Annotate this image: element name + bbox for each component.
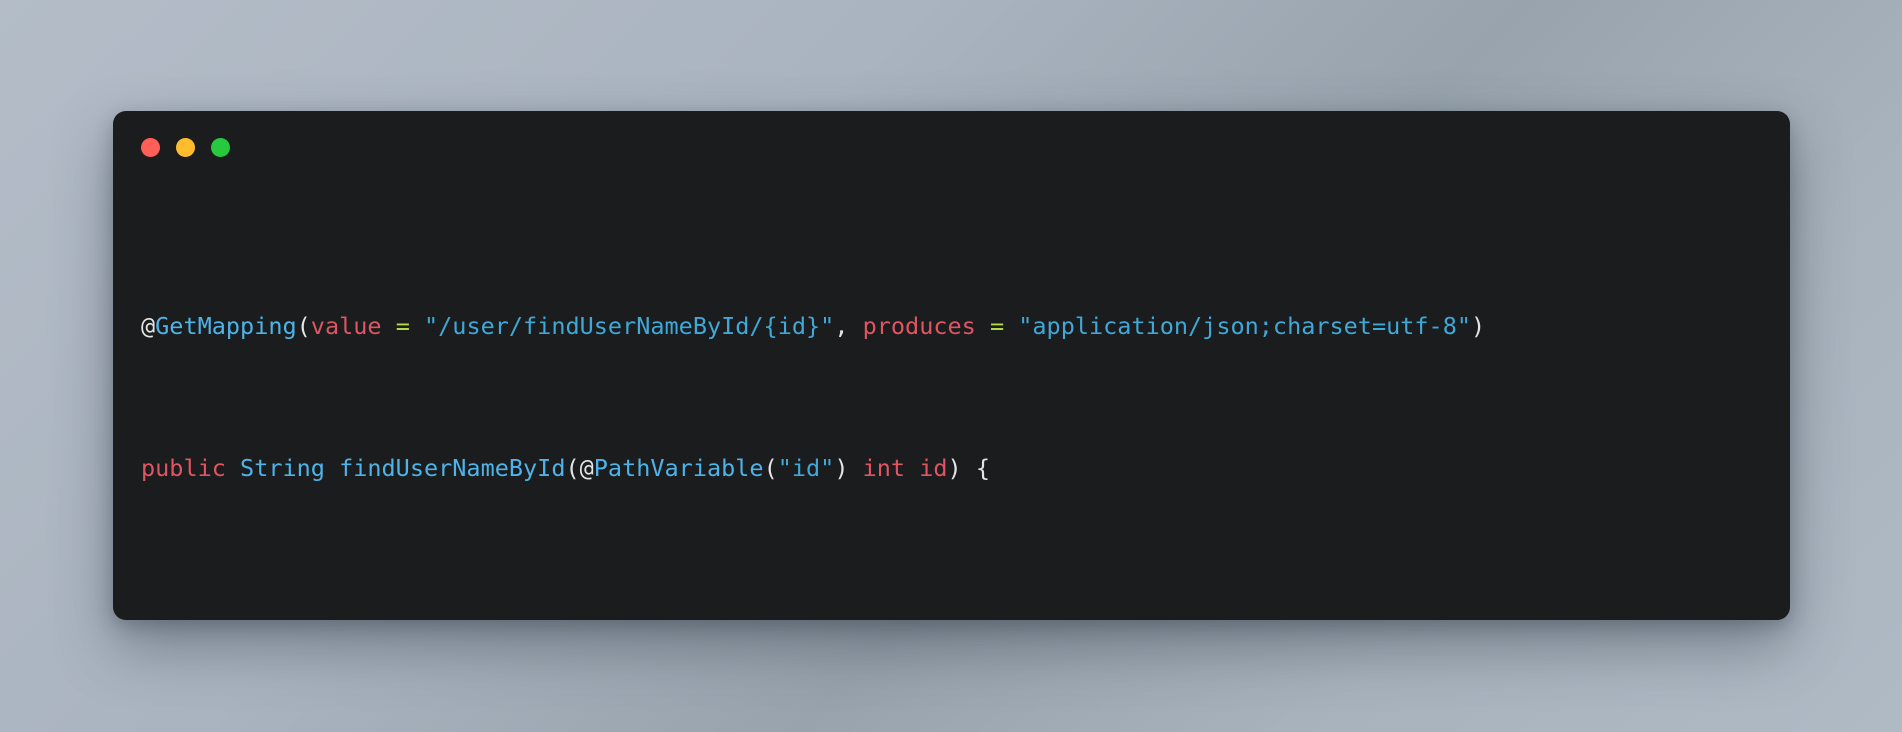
paren-open-2: ( xyxy=(565,453,580,482)
attr-value: value xyxy=(310,311,382,340)
comma-1: , xyxy=(834,311,863,340)
at-symbol-2: @ xyxy=(579,453,594,482)
paren-open: ( xyxy=(296,311,311,340)
inner-paren-open: ( xyxy=(763,453,778,482)
equals-2: = xyxy=(975,311,1019,340)
screenshot-stage: @GetMapping(value = "/user/findUserNameB… xyxy=(0,0,1902,732)
annotation-pathvariable: PathVariable xyxy=(593,453,764,482)
path-string: "/user/findUserNameById/{id}" xyxy=(424,311,835,340)
equals-1: = xyxy=(381,311,424,340)
paren-close-2: ) xyxy=(947,453,962,482)
param-type-int: int xyxy=(862,453,906,482)
method-name: findUserNameById xyxy=(339,453,566,482)
param-name-string: "id" xyxy=(777,453,835,482)
return-type-string: String xyxy=(240,453,325,482)
param-var-id: id xyxy=(919,453,948,482)
produces-string: "application/json;charset=utf-8" xyxy=(1018,311,1471,340)
code-block[interactable]: @GetMapping(value = "/user/findUserNameB… xyxy=(113,111,1485,620)
modifier-public: public xyxy=(141,453,226,482)
code-line-2: public String findUserNameById(@PathVari… xyxy=(141,451,1485,487)
attr-produces: produces xyxy=(862,311,976,340)
code-line-3-blank xyxy=(141,593,1485,621)
code-window-card: @GetMapping(value = "/user/findUserNameB… xyxy=(113,111,1790,620)
paren-close-1: ) xyxy=(1471,311,1486,340)
annotation-getmapping: GetMapping xyxy=(155,311,297,340)
inner-paren-close: ) xyxy=(834,453,849,482)
code-line-1: @GetMapping(value = "/user/findUserNameB… xyxy=(141,309,1485,345)
brace-open: { xyxy=(961,453,990,482)
at-symbol: @ xyxy=(141,311,156,340)
